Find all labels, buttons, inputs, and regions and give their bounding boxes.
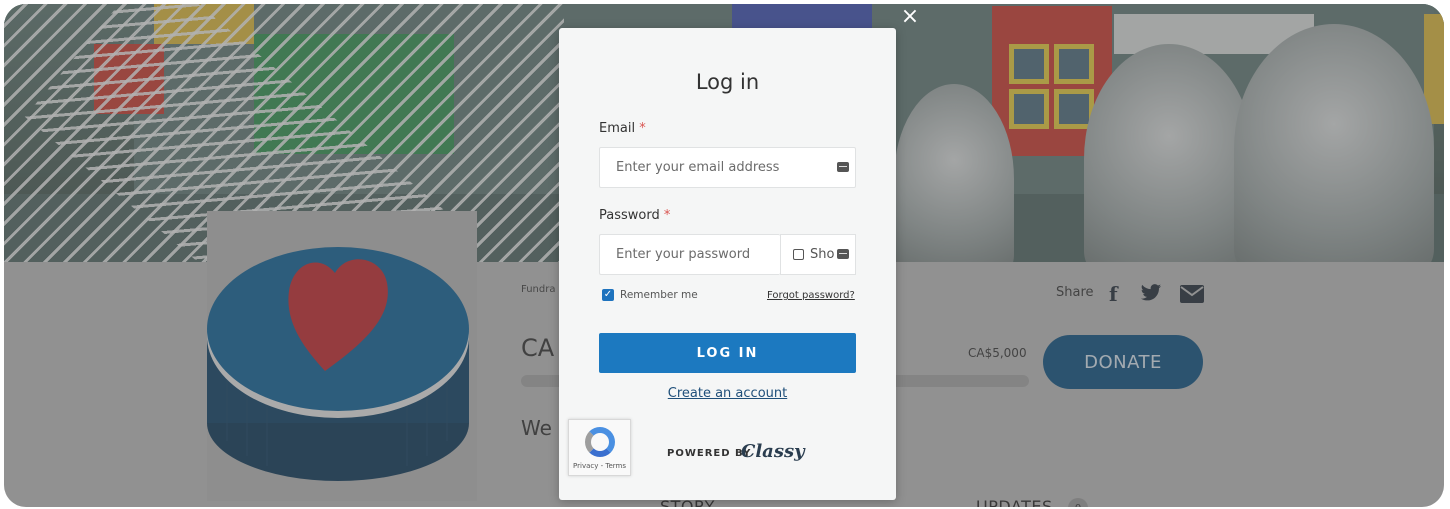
- forgot-password-link[interactable]: Forgot password?: [767, 290, 855, 301]
- password-manager-icon[interactable]: [837, 249, 849, 259]
- recaptcha-links[interactable]: Privacy - Terms: [569, 462, 630, 470]
- show-password-checkbox[interactable]: [793, 249, 804, 260]
- remember-me-checkbox[interactable]: ✓: [602, 289, 614, 301]
- password-manager-icon[interactable]: [837, 162, 849, 172]
- required-mark: *: [639, 121, 646, 136]
- modal-title: Log in: [695, 70, 760, 94]
- password-label-text: Password: [599, 208, 660, 223]
- email-input[interactable]: [599, 147, 856, 188]
- classy-logo: Classy: [741, 441, 805, 462]
- remember-me-label: Remember me: [620, 289, 698, 301]
- email-label-text: Email: [599, 121, 636, 136]
- password-input[interactable]: [599, 234, 780, 275]
- create-account-link[interactable]: Create an account: [559, 386, 896, 401]
- remember-me[interactable]: ✓ Remember me: [602, 289, 698, 301]
- powered-by-label: POWERED BY: [667, 448, 752, 459]
- login-modal: Log in Email * Password * Sho ✓ Remember…: [559, 28, 896, 500]
- recaptcha-badge[interactable]: Privacy - Terms: [568, 419, 631, 476]
- email-label: Email *: [599, 121, 646, 136]
- close-icon[interactable]: ×: [899, 4, 921, 30]
- page-frame: Fundra CA CA$5,000 We Share f DONATE STO…: [4, 4, 1444, 507]
- required-mark: *: [663, 208, 671, 223]
- recaptcha-icon: [585, 427, 615, 457]
- password-label: Password *: [599, 208, 670, 223]
- login-button[interactable]: LOG IN: [599, 333, 856, 373]
- show-password-label: Sho: [810, 247, 835, 262]
